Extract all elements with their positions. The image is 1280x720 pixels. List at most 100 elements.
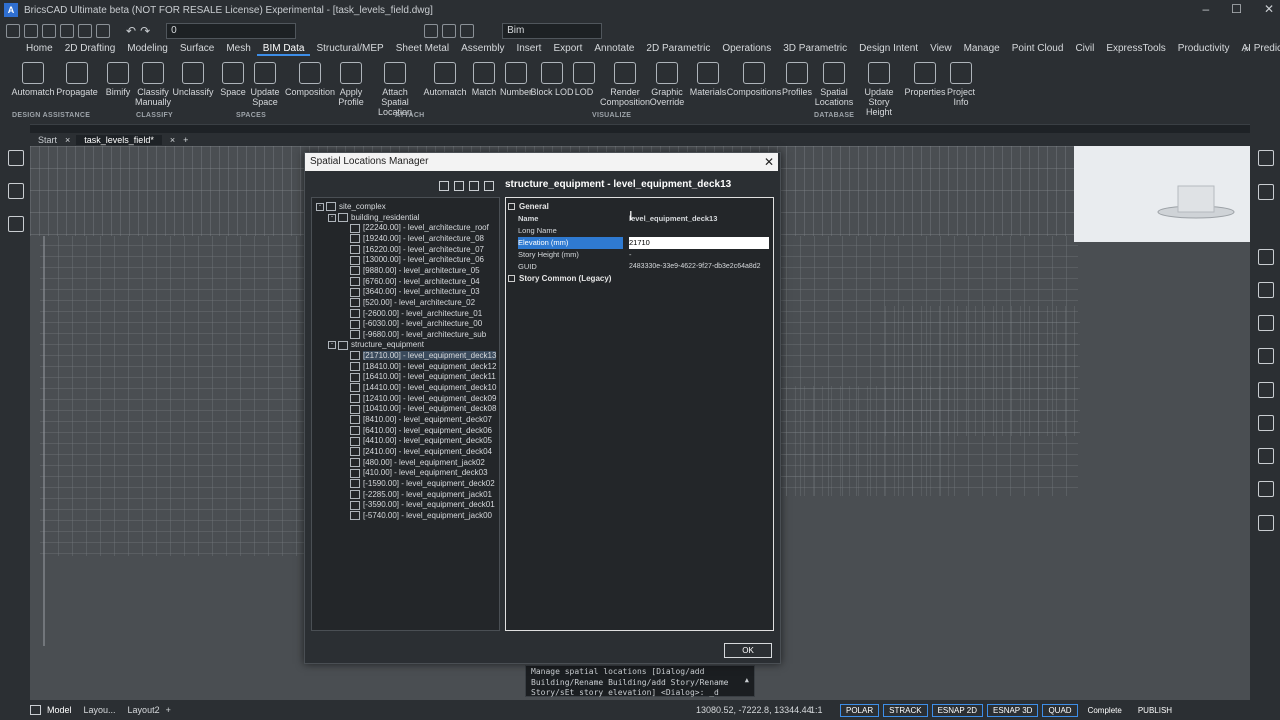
tree-node-story[interactable]: [2410.00] - level_equipment_deck04	[350, 447, 492, 457]
ribbon-button-automatch[interactable]: Automatch	[423, 62, 467, 97]
snap-icon[interactable]	[424, 23, 439, 38]
tab-expresstools[interactable]: ExpressTools	[1100, 43, 1171, 56]
tree-node-story[interactable]: [8410.00] - level_equipment_deck07	[350, 415, 492, 425]
ok-button[interactable]: OK	[724, 643, 772, 658]
expand-icon[interactable]: ▲	[745, 675, 749, 686]
cloud-icon[interactable]	[1258, 515, 1274, 531]
status-toggle-quad[interactable]: QUAD	[1042, 703, 1078, 717]
add-story-icon[interactable]	[454, 181, 464, 191]
tab-2d-parametric[interactable]: 2D Parametric	[640, 43, 716, 56]
tab-assembly[interactable]: Assembly	[455, 43, 510, 56]
home-icon[interactable]	[8, 150, 24, 166]
tree-node-story[interactable]: [3640.00] - level_architecture_03	[350, 287, 480, 297]
ribbon-button-update-space[interactable]: Update Space	[243, 62, 287, 107]
tree-node-story[interactable]: [14410.00] - level_equipment_deck10	[350, 383, 496, 393]
ribbon-button-propagate[interactable]: Propagate	[55, 62, 99, 97]
status-toggle-esnap-3d[interactable]: ESNAP 3D	[987, 703, 1039, 717]
annotation-scale[interactable]: 1:1	[810, 705, 823, 715]
tab-export[interactable]: Export	[547, 43, 588, 56]
undo-icon[interactable]: ↶	[126, 24, 136, 38]
open-icon[interactable]	[24, 23, 38, 38]
add-building-icon[interactable]	[439, 181, 449, 191]
tree-node-story[interactable]: [12410.00] - level_equipment_deck09	[350, 394, 496, 404]
save-icon[interactable]	[42, 23, 56, 38]
tab-civil[interactable]: Civil	[1069, 43, 1100, 56]
tab-view[interactable]: View	[924, 43, 958, 56]
attach-icon[interactable]	[1258, 249, 1274, 265]
property-row[interactable]: Name level_equipment_deck13	[516, 213, 771, 225]
tab-ai-predict[interactable]: AI Predict	[1235, 43, 1280, 56]
print-preview-icon[interactable]	[96, 23, 110, 38]
tree-node-story[interactable]: [16220.00] - level_architecture_07	[350, 245, 484, 255]
tab-sheet-metal[interactable]: Sheet Metal	[390, 43, 455, 56]
tab-task-levels-field[interactable]: task_levels_field*	[76, 134, 162, 145]
settings-sliders-icon[interactable]	[1258, 150, 1274, 166]
property-row[interactable]: Story Height (mm) -	[516, 249, 771, 261]
tree-node-story[interactable]: [18410.00] - level_equipment_deck12	[350, 362, 496, 372]
minimize-icon[interactable]: –	[1202, 2, 1209, 16]
document-icon[interactable]	[484, 181, 494, 191]
tab-3d-parametric[interactable]: 3D Parametric	[777, 43, 853, 56]
table-icon[interactable]	[1258, 282, 1274, 298]
status-toggle-publish[interactable]: PUBLISH	[1132, 704, 1178, 717]
property-row[interactable]: Elevation (mm) 21710	[516, 237, 771, 249]
ribbon-button-unclassify[interactable]: Unclassify	[171, 62, 215, 97]
close-icon[interactable]: ×	[65, 135, 70, 145]
save-as-icon[interactable]	[60, 23, 74, 38]
collapse-icon[interactable]: -	[328, 341, 336, 350]
ribbon-button-spatial-locations[interactable]: Spatial Locations	[812, 62, 856, 107]
status-toggle-strack[interactable]: STRACK	[883, 703, 928, 717]
section-story-common-legacy[interactable]: Story Common (Legacy)	[508, 274, 611, 283]
tab-start[interactable]: Start	[30, 135, 65, 145]
tab-insert[interactable]: Insert	[510, 43, 547, 56]
tree-node-story[interactable]: [21710.00] - level_equipment_deck13	[350, 351, 497, 361]
tree-node-story[interactable]: [6760.00] - level_architecture_04	[350, 277, 480, 287]
tree-node-story[interactable]: [4410.00] - level_equipment_deck05	[350, 436, 492, 446]
workspace-combo[interactable]: Bim	[502, 22, 603, 39]
ribbon-button-compositions[interactable]: Compositions	[727, 62, 781, 97]
close-icon[interactable]: ✕	[1264, 2, 1274, 16]
structure-browser-icon[interactable]	[8, 183, 24, 199]
tree-node-story[interactable]: [-9680.00] - level_architecture_sub	[350, 330, 486, 340]
tree-node-story[interactable]: [6410.00] - level_equipment_deck06	[350, 426, 492, 436]
tree-node-story[interactable]: [13000.00] - level_architecture_06	[350, 255, 484, 265]
property-value[interactable]: 21710	[629, 237, 769, 249]
tree-node-story[interactable]: [-3590.00] - level_equipment_deck01	[350, 500, 495, 510]
ribbon-button-attach-spatial-location[interactable]: Attach Spatial Location	[373, 62, 417, 117]
tab-modeling[interactable]: Modeling	[121, 43, 174, 56]
status-toggle-complete[interactable]: Complete	[1082, 704, 1128, 717]
tree-node-story[interactable]: [10410.00] - level_equipment_deck08	[350, 404, 496, 414]
delete-icon[interactable]	[469, 181, 479, 191]
section-icon[interactable]	[1258, 415, 1274, 431]
property-row[interactable]: GUID 2483330e-33e9-4622-9f27-db3e2c64a8d2	[516, 261, 771, 273]
tab-structural-mep[interactable]: Structural/MEP	[310, 43, 389, 56]
library-icon[interactable]	[1258, 382, 1274, 398]
tab-model[interactable]: Model	[47, 705, 72, 715]
tab-operations[interactable]: Operations	[716, 43, 777, 56]
beam-icon[interactable]	[1258, 448, 1274, 464]
ribbon-button-project-info[interactable]: Project Info	[939, 62, 983, 107]
tab-annotate[interactable]: Annotate	[588, 43, 640, 56]
redo-icon[interactable]: ↷	[140, 24, 150, 38]
tree-node-site[interactable]: - site_complex	[316, 202, 386, 212]
tab-productivity[interactable]: Productivity	[1172, 43, 1236, 56]
visual-style-icon[interactable]	[460, 23, 475, 38]
tree-node-story[interactable]: [520.00] - level_architecture_02	[350, 298, 475, 308]
tree-node-building[interactable]: - structure_equipment	[328, 340, 424, 350]
new-icon[interactable]	[6, 23, 20, 38]
tree-node-story[interactable]: [9880.00] - level_architecture_05	[350, 266, 480, 276]
layout-icon[interactable]	[30, 705, 41, 715]
command-line[interactable]: Manage spatial locations [Dialog/add Bui…	[525, 665, 755, 697]
layers-icon[interactable]	[1258, 184, 1274, 200]
tab-design-intent[interactable]: Design Intent	[853, 43, 924, 56]
tab-bim-data[interactable]: BIM Data	[256, 43, 311, 56]
ribbon-button-automatch[interactable]: Automatch	[11, 62, 55, 97]
tab-surface[interactable]: Surface	[174, 43, 220, 56]
ribbon-button-materials[interactable]: Materials	[686, 62, 730, 97]
tree-node-story[interactable]: [-1590.00] - level_equipment_deck02	[350, 479, 495, 489]
section-general[interactable]: General	[508, 202, 549, 211]
tree-node-story[interactable]: [19240.00] - level_architecture_08	[350, 234, 484, 244]
maximize-icon[interactable]: ☐	[1231, 2, 1242, 16]
add-tab-icon[interactable]: +	[183, 135, 188, 145]
ribbon-button-update-story-height[interactable]: Update Story Height	[857, 62, 901, 117]
